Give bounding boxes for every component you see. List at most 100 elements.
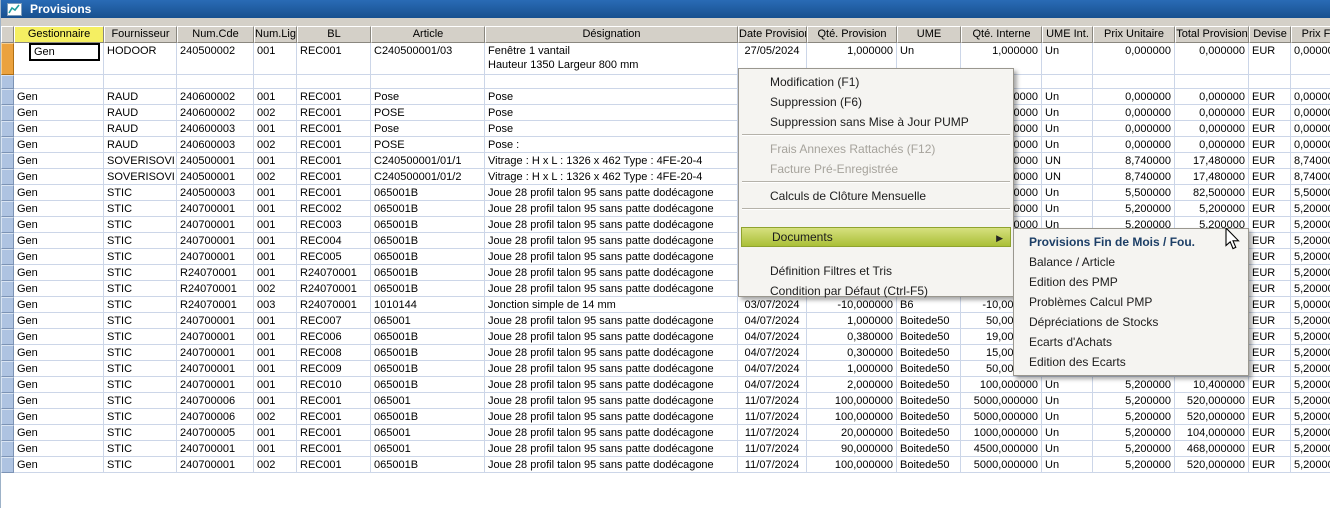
cell-num_cde[interactable]: 240600002 — [177, 89, 254, 105]
cell-num_lig[interactable]: 001 — [254, 217, 297, 233]
row-selector[interactable] — [1, 75, 14, 89]
cell-num_lig[interactable]: 001 — [254, 329, 297, 345]
cell-devise[interactable]: EUR — [1249, 329, 1291, 345]
cell-ume_int[interactable]: Un — [1042, 441, 1093, 457]
cell-gestionnaire[interactable]: Gen — [14, 153, 104, 169]
cell-fournisseur[interactable]: STIC — [104, 377, 177, 393]
row-selector[interactable] — [1, 185, 14, 201]
cell-qte_provision[interactable]: 20,000000 — [807, 425, 897, 441]
cell-fournisseur[interactable]: HODOOR — [104, 43, 177, 75]
cell-gestionnaire[interactable]: Gen — [14, 201, 104, 217]
cell-qte_interne[interactable]: 4500,000000 — [961, 441, 1042, 457]
cell-qte_provision[interactable]: 100,000000 — [807, 393, 897, 409]
cell-devise[interactable]: EUR — [1249, 43, 1291, 75]
cell-total_provision[interactable] — [1175, 75, 1249, 89]
cell-article[interactable]: Pose — [371, 89, 485, 105]
cell-bl[interactable]: REC001 — [297, 457, 371, 473]
cell-qte_interne[interactable]: 100,000000 — [961, 377, 1042, 393]
cell-total_provision[interactable]: 0,000000 — [1175, 137, 1249, 153]
cell-prix_unitaire[interactable]: 5,200000 — [1093, 409, 1175, 425]
cell-devise[interactable]: EUR — [1249, 153, 1291, 169]
cell-article[interactable]: 065001B — [371, 409, 485, 425]
cell-date_provision[interactable]: 11/07/2024 — [738, 409, 807, 425]
cell-gestionnaire[interactable]: Gen — [14, 457, 104, 473]
cell-article[interactable]: 065001 — [371, 441, 485, 457]
cell-ume[interactable]: Boitede50 — [897, 425, 961, 441]
cell-bl[interactable]: REC001 — [297, 43, 371, 75]
cell-num_lig[interactable]: 001 — [254, 313, 297, 329]
row-selector[interactable] — [1, 297, 14, 313]
cell-prix_f[interactable]: 5,500000 — [1291, 185, 1330, 201]
cell-qte_interne[interactable]: 5000,000000 — [961, 409, 1042, 425]
menu-item[interactable]: Calculs de Clôture Mensuelle — [740, 186, 1012, 206]
cell-fournisseur[interactable]: STIC — [104, 249, 177, 265]
cell-prix_f[interactable]: 5,200000 — [1291, 425, 1330, 441]
cell-num_lig[interactable]: 001 — [254, 185, 297, 201]
cell-num_cde[interactable]: 240700001 — [177, 441, 254, 457]
submenu-item[interactable]: Ecarts d'Achats — [1015, 332, 1247, 352]
cell-total_provision[interactable]: 0,000000 — [1175, 105, 1249, 121]
row-selector[interactable] — [1, 153, 14, 169]
row-selector[interactable] — [1, 105, 14, 121]
cell-num_lig[interactable]: 001 — [254, 43, 297, 75]
cell-article[interactable]: 065001 — [371, 313, 485, 329]
cell-bl[interactable]: R24070001 — [297, 281, 371, 297]
row-selector[interactable] — [1, 89, 14, 105]
cell-article[interactable]: 065001B — [371, 457, 485, 473]
cell-total_provision[interactable]: 17,480000 — [1175, 153, 1249, 169]
cell-ume_int[interactable]: Un — [1042, 89, 1093, 105]
submenu-item[interactable]: Edition des PMP — [1015, 272, 1247, 292]
cell-gestionnaire[interactable]: Gen — [14, 217, 104, 233]
cell-qte_provision[interactable]: 0,380000 — [807, 329, 897, 345]
cell-num_lig[interactable]: 001 — [254, 121, 297, 137]
cell-designation[interactable]: Pose — [485, 89, 738, 105]
cell-devise[interactable]: EUR — [1249, 281, 1291, 297]
cell-gestionnaire[interactable]: Gen — [14, 233, 104, 249]
cell-prix_f[interactable]: 0,000000 — [1291, 121, 1330, 137]
cell-bl[interactable]: REC001 — [297, 409, 371, 425]
cell-fournisseur[interactable]: RAUD — [104, 137, 177, 153]
cell-ume_int[interactable]: Un — [1042, 409, 1093, 425]
cell-fournisseur[interactable]: SOVERISOVI — [104, 153, 177, 169]
cell-devise[interactable]: EUR — [1249, 169, 1291, 185]
cell-prix_f[interactable]: 5,200000 — [1291, 345, 1330, 361]
cell-total_provision[interactable]: 5,200000 — [1175, 201, 1249, 217]
cell-prix_unitaire[interactable]: 8,740000 — [1093, 153, 1175, 169]
cell-designation[interactable]: Jonction simple de 14 mm — [485, 297, 738, 313]
column-header-devise[interactable]: Devise — [1249, 26, 1291, 43]
cell-article[interactable]: 065001B — [371, 377, 485, 393]
cell-prix_unitaire[interactable]: 5,500000 — [1093, 185, 1175, 201]
cell-fournisseur[interactable]: STIC — [104, 329, 177, 345]
cell-ume_int[interactable]: Un — [1042, 121, 1093, 137]
cell-prix_f[interactable]: 5,200000 — [1291, 313, 1330, 329]
cell-designation[interactable]: Joue 28 profil talon 95 sans patte dodéc… — [485, 425, 738, 441]
cell-prix_f[interactable]: 5,000000 — [1291, 297, 1330, 313]
column-header-prix_unitaire[interactable]: Prix Unitaire — [1093, 26, 1175, 43]
cell-num_lig[interactable]: 001 — [254, 249, 297, 265]
cell-devise[interactable]: EUR — [1249, 201, 1291, 217]
cell-designation[interactable] — [485, 75, 738, 89]
cell-num_lig[interactable]: 002 — [254, 137, 297, 153]
column-header-ume[interactable]: UME — [897, 26, 961, 43]
cell-gestionnaire[interactable]: Gen — [14, 137, 104, 153]
cell-num_cde[interactable]: 240700001 — [177, 217, 254, 233]
cell-total_provision[interactable]: 10,400000 — [1175, 377, 1249, 393]
cell-bl[interactable]: REC008 — [297, 345, 371, 361]
cell-fournisseur[interactable]: STIC — [104, 345, 177, 361]
cell-gestionnaire[interactable]: Gen — [14, 121, 104, 137]
cell-bl[interactable]: REC001 — [297, 169, 371, 185]
submenu-item[interactable]: Problèmes Calcul PMP — [1015, 292, 1247, 312]
cell-prix_f[interactable]: 5,200000 — [1291, 409, 1330, 425]
column-header-gestionnaire[interactable]: Gestionnaire — [14, 26, 104, 43]
cell-ume[interactable]: Boitede50 — [897, 329, 961, 345]
cell-bl[interactable]: REC001 — [297, 137, 371, 153]
cell-prix_unitaire[interactable]: 5,200000 — [1093, 201, 1175, 217]
cell-designation[interactable]: Joue 28 profil talon 95 sans patte dodéc… — [485, 441, 738, 457]
cell-num_cde[interactable]: 240700001 — [177, 201, 254, 217]
cell-date_provision[interactable]: 04/07/2024 — [738, 361, 807, 377]
menu-item[interactable]: Définition Filtres et Tris — [740, 261, 1012, 281]
cell-gestionnaire[interactable]: Gen — [14, 89, 104, 105]
cell-gestionnaire[interactable]: Gen — [14, 281, 104, 297]
row-selector[interactable] — [1, 313, 14, 329]
row-selector[interactable] — [1, 345, 14, 361]
